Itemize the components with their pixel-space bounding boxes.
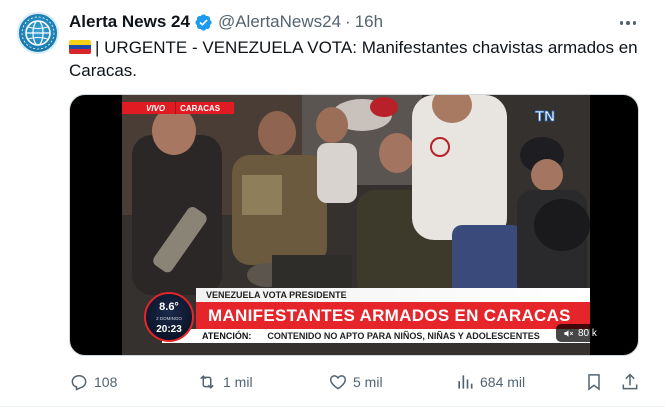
reply-count: 108	[94, 374, 118, 390]
analytics-icon	[458, 375, 473, 389]
tweet-actions: 108 1 mil 5 mil 684 mil	[69, 370, 644, 394]
share-button[interactable]	[620, 370, 645, 394]
reply-button[interactable]: 108	[69, 370, 117, 394]
globe-logo-icon	[21, 16, 55, 50]
clock-date: 2 DOMINGO	[156, 316, 182, 321]
venezuela-flag-icon	[69, 40, 91, 54]
more-dot-icon	[626, 21, 630, 25]
author-display-name[interactable]: Alerta News 24	[69, 12, 190, 32]
tweet-text-content: | URGENTE - VENEZUELA VOTA: Manifestante…	[69, 38, 638, 80]
more-dot-icon	[632, 21, 637, 25]
live-bar: VIVO CARACAS	[122, 102, 235, 114]
repost-button[interactable]: 1 mil	[196, 370, 253, 394]
more-options-button[interactable]	[615, 12, 641, 34]
avatar[interactable]	[17, 12, 59, 54]
reply-icon	[71, 375, 87, 391]
video-player[interactable]: VIVO CARACAS TN VENEZUELA VOTA PRESIDENT…	[69, 94, 639, 356]
svg-text:TN: TN	[535, 108, 555, 124]
more-dot-icon	[619, 21, 624, 25]
separator-dot: ·	[345, 12, 351, 31]
broadcast-lower-third: VENEZUELA VOTA PRESIDENTE MANIFESTANTES …	[122, 288, 590, 355]
tn-channel-logo-icon: TN	[535, 108, 556, 124]
broadcast-ticker: ATENCIÓN: CONTENIDO NO APTO PARA NIÑOS, …	[162, 329, 590, 343]
author-handle[interactable]: @AlertaNews24	[218, 12, 341, 32]
views-count: 684 mil	[480, 374, 526, 390]
live-label: VIVO	[122, 102, 176, 114]
repost-count: 1 mil	[223, 374, 253, 390]
broadcast-clock: 8.6° 2 DOMINGO 20:23	[144, 292, 194, 342]
share-icon	[622, 373, 638, 390]
ticker-text: CONTENIDO NO APTO PARA NIÑOS, NIÑAS Y AD…	[267, 331, 540, 341]
heart-icon	[329, 375, 347, 390]
tweet[interactable]: Alerta News 24 @AlertaNews24 · 16h | URG…	[0, 0, 665, 407]
verified-badge-icon[interactable]	[194, 13, 213, 32]
like-count: 5 mil	[353, 374, 383, 390]
clock-time: 20:23	[156, 324, 182, 335]
bookmark-button[interactable]	[584, 370, 609, 394]
repost-icon	[200, 375, 214, 389]
clock-temperature: 8.6°	[159, 301, 179, 313]
tweet-text: | URGENTE - VENEZUELA VOTA: Manifestante…	[69, 36, 644, 82]
video-frame[interactable]: VIVO CARACAS TN VENEZUELA VOTA PRESIDENT…	[122, 95, 590, 355]
video-views-badge: 80 k	[556, 324, 604, 342]
location-label: CARACAS	[175, 102, 235, 114]
tweet-timestamp[interactable]: 16h	[355, 12, 383, 32]
broadcast-subtitle: VENEZUELA VOTA PRESIDENTE	[196, 288, 590, 302]
broadcast-headline: MANIFESTANTES ARMADOS EN CARACAS	[196, 302, 590, 329]
like-button[interactable]: 5 mil	[328, 370, 383, 394]
video-views-count: 80 k	[578, 327, 597, 339]
tweet-header: Alerta News 24 @AlertaNews24 · 16h	[69, 11, 383, 33]
speaker-muted-icon	[564, 329, 573, 337]
bookmark-icon	[588, 374, 600, 391]
views-button[interactable]: 684 mil	[455, 370, 525, 394]
